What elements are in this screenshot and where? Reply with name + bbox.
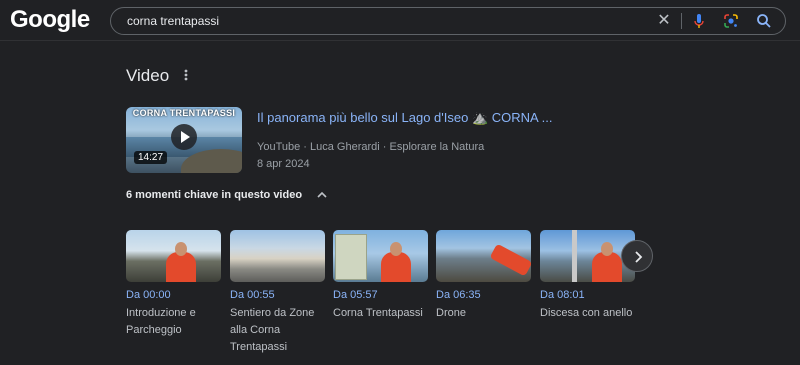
search-divider (681, 13, 682, 29)
top-bar: Google corna trentapassi ✕ (0, 0, 800, 41)
key-moment-card[interactable]: Da 00:55 Sentiero da Zone alla Corna Tre… (230, 230, 325, 356)
google-lens-icon[interactable] (722, 12, 740, 30)
key-moment-label: Introduzione e Parcheggio (126, 307, 196, 336)
key-moment-card[interactable]: Da 06:35 Drone (436, 230, 531, 322)
chevron-up-icon[interactable] (316, 188, 328, 200)
key-moment-time[interactable]: Da 00:55 (230, 289, 325, 301)
key-moment-label: Corna Trentapassi (333, 307, 423, 319)
next-moments-button[interactable] (621, 240, 653, 272)
key-moment-thumbnail (333, 230, 428, 282)
video-duration: 14:27 (134, 151, 168, 164)
key-moment-time[interactable]: Da 05:57 (333, 289, 428, 301)
key-moment-thumbnail (436, 230, 531, 282)
search-icon[interactable] (755, 12, 773, 30)
key-moment-time[interactable]: Da 06:35 (436, 289, 531, 301)
key-moment-thumbnail (230, 230, 325, 282)
more-options-icon[interactable] (180, 67, 192, 83)
key-moment-label: Sentiero da Zone alla Corna Trentapassi (230, 307, 315, 353)
video-title-link[interactable]: Il panorama più bello sul Lago d'Iseo ⛰️… (257, 110, 552, 126)
key-moment-thumbnail (126, 230, 221, 282)
google-logo[interactable]: Google (10, 6, 90, 34)
search-input[interactable]: corna trentapassi (127, 14, 219, 28)
thumbnail-title: CORNA TRENTAPASSI (132, 108, 236, 118)
video-section-title: Video (126, 66, 170, 85)
key-moment-label: Drone (436, 307, 466, 319)
key-moment-label: Discesa con anello (540, 307, 633, 319)
key-moments-header: 6 momenti chiave in questo video (126, 189, 303, 201)
close-icon[interactable]: ✕ (655, 12, 673, 30)
video-source: YouTube · Luca Gherardi · Esplorare la N… (257, 141, 485, 153)
search-box[interactable]: corna trentapassi ✕ (110, 7, 786, 35)
key-moment-card[interactable]: Da 00:00 Introduzione e Parcheggio (126, 230, 221, 339)
key-moment-card[interactable]: Da 08:01 Discesa con anello (540, 230, 635, 322)
video-date: 8 apr 2024 (257, 158, 310, 170)
play-icon[interactable] (171, 124, 197, 150)
chevron-right-icon (635, 251, 643, 263)
video-thumbnail[interactable]: CORNA TRENTAPASSI 14:27 (126, 107, 242, 173)
key-moment-time[interactable]: Da 00:00 (126, 289, 221, 301)
key-moment-card[interactable]: Da 05:57 Corna Trentapassi (333, 230, 428, 322)
microphone-icon[interactable] (690, 12, 708, 30)
key-moment-time[interactable]: Da 08:01 (540, 289, 635, 301)
